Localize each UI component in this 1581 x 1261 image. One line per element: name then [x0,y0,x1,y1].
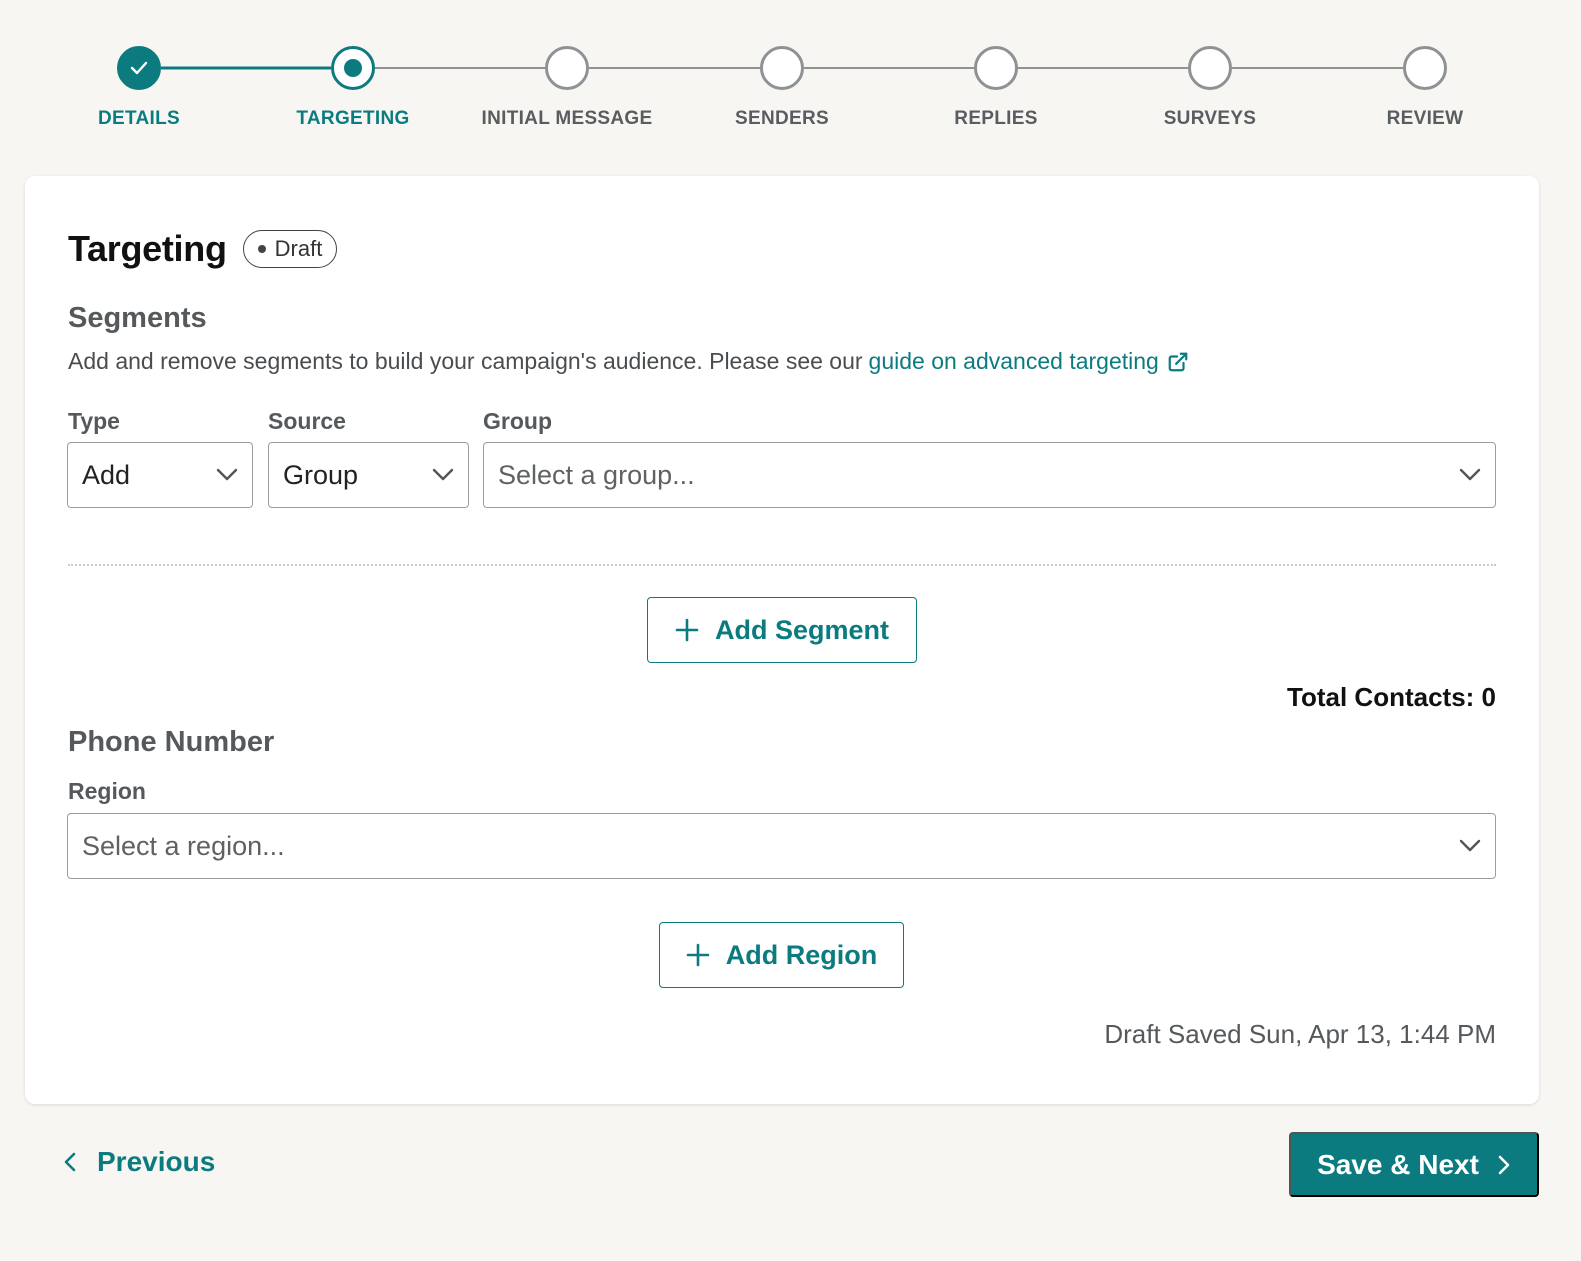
step-details-indicator[interactable] [117,46,161,90]
save-and-next-label: Save & Next [1317,1148,1479,1180]
external-link-icon [1168,352,1188,371]
type-select-value: Add [82,459,131,490]
group-select-placeholder: Select a group... [498,459,695,490]
segments-description-text: Add and remove segments to build your ca… [68,348,863,374]
step-review-indicator[interactable] [1403,46,1447,90]
source-label: Source [268,408,346,434]
add-segment-label: Add Segment [714,614,889,645]
draft-saved-timestamp: Draft Saved Sun, Apr 13, 1:44 PM [1104,1019,1496,1049]
chevron-down-icon [1459,835,1481,857]
step-senders-indicator[interactable] [760,46,804,90]
type-select[interactable]: Add [67,442,253,508]
group-label: Group [483,408,552,434]
add-region-button[interactable]: Add Region [659,922,904,988]
chevron-down-icon [1459,464,1481,486]
region-select-placeholder: Select a region... [82,830,285,861]
add-region-label: Add Region [725,939,878,970]
step-replies-label[interactable]: REPLIES [886,108,1106,130]
source-select-value: Group [283,459,359,490]
advanced-targeting-guide-link[interactable]: guide on advanced targeting [869,348,1189,375]
step-targeting-label[interactable]: TARGETING [243,108,463,130]
type-label: Type [68,408,120,434]
total-contacts: Total Contacts: 0 [1287,682,1496,712]
status-dot-icon [257,245,266,253]
step-initial-message-indicator[interactable] [545,46,589,90]
step-surveys-label[interactable]: SURVEYS [1100,108,1320,130]
region-select[interactable]: Select a region... [67,813,1496,879]
step-details-label[interactable]: DETAILS [29,108,249,130]
page-title: Targeting [68,228,227,269]
group-select[interactable]: Select a group... [483,442,1496,508]
check-icon [130,61,148,75]
step-replies-indicator[interactable] [974,46,1018,90]
save-and-next-button[interactable]: Save & Next [1289,1132,1539,1197]
plus-icon [675,618,699,642]
step-review-label[interactable]: REVIEW [1315,108,1535,130]
step-initial-message-label[interactable]: INITIAL MESSAGE [457,108,677,130]
chevron-down-icon [432,464,454,486]
segments-heading: Segments [68,302,207,334]
step-senders-label[interactable]: SENDERS [672,108,892,130]
region-label: Region [68,778,146,804]
segments-description: Add and remove segments to build your ca… [68,348,1189,375]
add-segment-button[interactable]: Add Segment [647,597,917,663]
progress-stepper: DETAILS TARGETING INITIAL MESSAGE SENDER… [0,0,1581,150]
previous-button[interactable]: Previous [63,1146,215,1178]
status-badge-label: Draft [274,236,323,261]
previous-label: Previous [97,1146,216,1177]
chevron-down-icon [216,464,238,486]
step-surveys-indicator[interactable] [1188,46,1232,90]
status-badge: Draft [242,230,338,268]
step-targeting-indicator[interactable] [331,46,375,90]
title-row: Targeting Draft [68,228,338,270]
chevron-left-icon [63,1151,77,1173]
phone-number-heading: Phone Number [68,726,275,758]
targeting-card: Targeting Draft Segments Add and remove … [25,176,1539,1104]
source-select[interactable]: Group [268,442,469,508]
segments-divider [68,564,1496,566]
chevron-right-icon [1497,1154,1511,1176]
guide-link-label: guide on advanced targeting [868,348,1159,374]
plus-icon [686,943,710,967]
